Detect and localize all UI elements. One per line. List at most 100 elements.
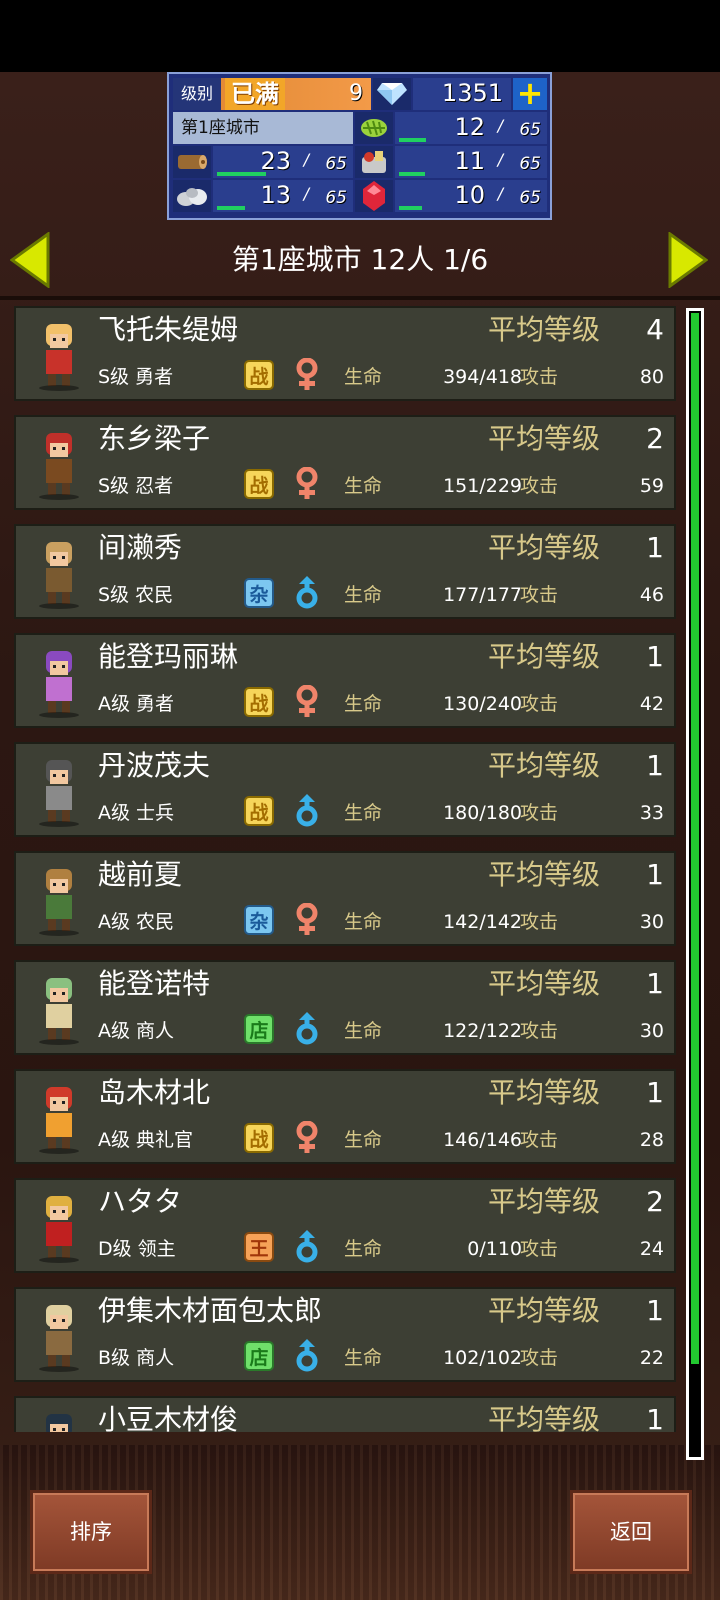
food-box: 11 / 65 xyxy=(395,146,547,178)
avg-level-label: 平均等级 xyxy=(488,422,601,455)
scrollbar-thumb[interactable] xyxy=(691,313,699,1364)
avg-level-value: 1 xyxy=(646,531,664,564)
avg-level-value: 1 xyxy=(646,1076,664,1109)
food-value: 11 xyxy=(454,147,485,175)
job-badge-icon: 战 xyxy=(244,469,274,499)
character-row[interactable]: 丹波茂夫 平均等级 1 A级 士兵 战 生命 180/180 攻击 33 xyxy=(14,742,676,837)
character-rank-class: D级 领主 xyxy=(98,1238,176,1260)
character-rank-class: B级 商人 xyxy=(98,1347,175,1369)
avg-level-value: 1 xyxy=(646,967,664,1000)
avg-level-label: 平均等级 xyxy=(488,313,601,346)
character-rank-class: A级 典礼官 xyxy=(98,1129,194,1151)
wood-icon xyxy=(173,146,211,178)
atk-value: 24 xyxy=(639,1238,664,1260)
character-avatar-icon xyxy=(28,1188,90,1264)
job-badge-icon: 杂 xyxy=(244,905,274,935)
avg-level-value: 1 xyxy=(646,640,664,673)
avg-level-label: 平均等级 xyxy=(488,1403,601,1432)
hp-value: 394/418 xyxy=(443,366,522,388)
character-row[interactable]: 能登诺特 平均等级 1 A级 商人 店 生命 122/122 攻击 30 xyxy=(14,960,676,1055)
atk-value: 30 xyxy=(639,1020,664,1042)
avg-level-value: 1 xyxy=(646,1403,664,1432)
job-badge-icon: 杂 xyxy=(244,578,274,608)
herb-icon xyxy=(355,112,393,144)
character-rank-class: S级 忍者 xyxy=(98,475,174,497)
rank-value: 9 xyxy=(349,81,363,106)
resource-panel: 级别 已满 9 1351 + 第1座城市 12 / 65 23 / 65 11 … xyxy=(167,72,552,220)
ruby-box: 10 / 65 xyxy=(395,180,547,212)
hp-label: 生命 xyxy=(344,1129,383,1151)
male-icon xyxy=(294,794,320,828)
ruby-icon xyxy=(355,180,393,212)
next-city-arrow-icon[interactable] xyxy=(668,231,709,289)
hp-label: 生命 xyxy=(344,475,383,497)
character-row[interactable]: 间濑秀 平均等级 1 S级 农民 杂 生命 177/177 攻击 46 xyxy=(14,524,676,619)
atk-value: 80 xyxy=(639,366,664,388)
rank-label: 级别 xyxy=(173,78,221,110)
female-icon xyxy=(294,684,320,719)
hp-value: 122/122 xyxy=(443,1020,522,1042)
gem-count: 1351 xyxy=(441,79,503,107)
status-bar xyxy=(0,0,720,72)
atk-label: 攻击 xyxy=(520,1347,559,1369)
herb-value: 12 xyxy=(454,113,485,141)
atk-label: 攻击 xyxy=(520,1020,559,1042)
character-name: 伊集木材面包太郎 xyxy=(98,1294,323,1327)
food-cap: 65 xyxy=(519,154,541,174)
hp-value: 102/102 xyxy=(443,1347,522,1369)
atk-label: 攻击 xyxy=(520,366,559,388)
atk-value: 28 xyxy=(639,1129,664,1151)
male-icon xyxy=(294,1012,320,1046)
diamond-icon xyxy=(373,78,411,110)
atk-label: 攻击 xyxy=(520,1129,559,1151)
female-icon xyxy=(294,357,320,392)
hp-value: 130/240 xyxy=(443,693,522,715)
character-row[interactable]: 伊集木材面包太郎 平均等级 1 B级 商人 店 生命 102/102 攻击 22 xyxy=(14,1287,676,1382)
herb-cap: 65 xyxy=(519,120,541,140)
herb-box: 12 / 65 xyxy=(395,112,547,144)
character-row[interactable]: 岛木材北 平均等级 1 A级 典礼官 战 生命 146/146 攻击 28 xyxy=(14,1069,676,1164)
avg-level-label: 平均等级 xyxy=(488,858,601,891)
atk-value: 30 xyxy=(639,911,664,933)
ruby-cap: 65 xyxy=(519,188,541,208)
avg-level-label: 平均等级 xyxy=(488,640,601,673)
food-bar xyxy=(399,172,425,176)
hp-label: 生命 xyxy=(344,366,383,388)
job-badge-icon: 店 xyxy=(244,1014,274,1044)
sort-button[interactable]: 排序 xyxy=(30,1490,152,1574)
character-rank-class: A级 士兵 xyxy=(98,802,175,824)
add-gems-button[interactable]: + xyxy=(513,77,547,110)
job-badge-icon: 战 xyxy=(244,796,274,826)
hp-label: 生命 xyxy=(344,1238,383,1260)
job-badge-icon: 王 xyxy=(244,1232,274,1262)
character-row[interactable]: 小豆木材俊 平均等级 1 xyxy=(14,1396,676,1432)
hp-label: 生命 xyxy=(344,802,383,824)
back-button[interactable]: 返回 xyxy=(570,1490,692,1574)
herb-bar xyxy=(399,138,427,142)
character-row[interactable]: ハタタ 平均等级 2 D级 领主 王 生命 0/110 攻击 24 xyxy=(14,1178,676,1273)
ruby-bar xyxy=(399,206,422,210)
character-name: 小豆木材俊 xyxy=(98,1403,239,1432)
avg-level-value: 4 xyxy=(646,313,664,346)
scrollbar[interactable] xyxy=(686,308,704,1460)
stone-cap: 65 xyxy=(325,188,347,208)
atk-label: 攻击 xyxy=(520,584,559,606)
gem-count-box: 1351 xyxy=(413,78,511,110)
character-name: 越前夏 xyxy=(98,858,183,891)
character-row[interactable]: 飞托朱缇姆 平均等级 4 S级 勇者 战 生命 394/418 攻击 80 xyxy=(14,306,676,401)
atk-value: 46 xyxy=(639,584,664,606)
atk-value: 42 xyxy=(639,693,664,715)
character-list[interactable]: 飞托朱缇姆 平均等级 4 S级 勇者战生命 394/418 攻击 80 东乡梁子 平均等级 2 S级… xyxy=(14,306,676,1432)
character-rank-class: S级 农民 xyxy=(98,584,174,606)
avg-level-label: 平均等级 xyxy=(488,531,601,564)
character-row[interactable]: 越前夏 平均等级 1 A级 农民 杂 生命 142/142 攻击 30 xyxy=(14,851,676,946)
character-rank-class: A级 商人 xyxy=(98,1020,175,1042)
atk-label: 攻击 xyxy=(520,911,559,933)
character-rank-class: A级 农民 xyxy=(98,911,175,933)
ruby-value: 10 xyxy=(454,181,485,209)
atk-value: 22 xyxy=(639,1347,664,1369)
atk-value: 59 xyxy=(639,475,664,497)
character-avatar-icon xyxy=(28,970,90,1046)
character-row[interactable]: 东乡梁子 平均等级 2 S级 忍者 战 生命 151/229 攻击 59 xyxy=(14,415,676,510)
character-row[interactable]: 能登玛丽琳 平均等级 1 A级 勇者 战 生命 130/240 攻击 42 xyxy=(14,633,676,728)
